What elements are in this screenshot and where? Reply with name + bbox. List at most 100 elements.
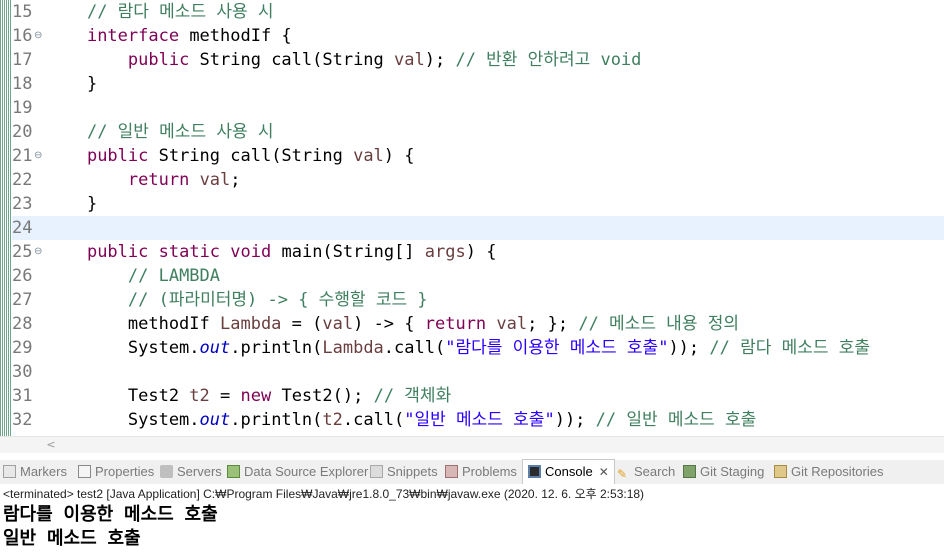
- code-text: // 람다 메소드 사용 시: [46, 0, 274, 24]
- code-line[interactable]: 27 // (파라미터명) -> { 수행할 코드 }: [12, 288, 944, 312]
- code-token: t2: [322, 410, 343, 430]
- snippets-icon: [370, 465, 383, 478]
- code-token: ) {: [465, 242, 497, 262]
- servers-icon: [160, 465, 173, 478]
- code-token: t2: [189, 386, 210, 406]
- line-number: 27: [12, 290, 33, 310]
- tab-markers[interactable]: Markers: [3, 460, 67, 484]
- code-text: }: [46, 72, 97, 96]
- code-token: static: [158, 242, 221, 262]
- code-line[interactable]: 29 System.out.println(Lambda.call("람다를 이…: [12, 336, 944, 360]
- code-token: new: [240, 386, 272, 406]
- code-line[interactable]: 16 ⊖ interface methodIf {: [12, 24, 944, 48]
- line-number: 23: [12, 194, 33, 214]
- code-token: // 객체화: [373, 386, 452, 406]
- tab-problems[interactable]: Problems: [445, 460, 517, 484]
- code-token: .println(: [230, 338, 323, 358]
- fold-toggle-icon[interactable]: ⊖: [34, 144, 42, 168]
- tab-servers[interactable]: Servers: [160, 460, 222, 484]
- code-token: Lambda: [322, 338, 384, 358]
- tab-label: Servers: [177, 464, 222, 479]
- console-output-line: 람다를 이용한 메소드 호출: [3, 504, 218, 525]
- code-line[interactable]: 24: [12, 216, 944, 240]
- code-token: val: [199, 170, 231, 190]
- code-line[interactable]: 32 System.out.println(t2.call("일반 메소드 호출…: [12, 408, 944, 432]
- code-token: public: [86, 146, 149, 166]
- properties-icon: [78, 465, 91, 478]
- code-token: val: [394, 50, 425, 70]
- console-output-line: 일반 메소드 호출: [3, 528, 141, 549]
- code-line[interactable]: 20 // 일반 메소드 사용 시: [12, 120, 944, 144]
- code-token: .call(: [383, 338, 446, 358]
- code-token: "람다를 이용한 메소드 호출": [445, 338, 669, 358]
- console-output[interactable]: 람다를 이용한 메소드 호출 일반 메소드 호출: [0, 503, 944, 553]
- code-token: void: [230, 242, 272, 262]
- code-text: // 일반 메소드 사용 시: [46, 120, 274, 144]
- code-editor[interactable]: 15 // 람다 메소드 사용 시 16 ⊖ interface methodIf …: [0, 0, 944, 436]
- fold-toggle-icon[interactable]: ⊖: [34, 24, 42, 48]
- data-source-icon: [227, 465, 240, 478]
- tab-console[interactable]: Console ✕: [522, 459, 615, 484]
- scroll-left-arrow-icon[interactable]: <: [44, 437, 58, 453]
- line-number: 30: [12, 362, 33, 382]
- line-number: 22: [12, 170, 33, 190]
- code-token: System.: [46, 410, 200, 430]
- git-repositories-icon: [774, 465, 787, 478]
- code-line[interactable]: 17 public String call(String val); // 반환…: [12, 48, 944, 72]
- line-number: 19: [12, 98, 33, 118]
- code-token: ) -> {: [353, 314, 425, 334]
- tab-label: Snippets: [387, 464, 438, 479]
- code-line[interactable]: 15 // 람다 메소드 사용 시: [12, 0, 944, 24]
- code-token: // 람다 메소드 사용 시: [86, 2, 274, 22]
- code-token: return: [424, 314, 487, 334]
- code-token: String call(String: [148, 146, 354, 166]
- code-token: val: [353, 146, 384, 166]
- code-token: }: [46, 74, 98, 94]
- search-icon: ✎: [617, 467, 628, 481]
- line-number: 17: [12, 50, 33, 70]
- code-line[interactable]: 18 }: [12, 72, 944, 96]
- tab-git-staging[interactable]: Git Staging: [683, 460, 764, 484]
- tab-properties[interactable]: Properties: [78, 460, 154, 484]
- fold-toggle-icon[interactable]: ⊖: [34, 240, 42, 264]
- code-token: // 일반 메소드 호출: [595, 410, 757, 430]
- tab-git-repositories[interactable]: Git Repositories: [774, 460, 883, 484]
- line-number: 32: [12, 410, 33, 430]
- code-line[interactable]: 19: [12, 96, 944, 120]
- tab-label: Git Repositories: [791, 464, 884, 479]
- code-line[interactable]: 25 ⊖ public static void main(String[] arg…: [12, 240, 944, 264]
- tab-search[interactable]: ✎ Search: [617, 460, 675, 484]
- horizontal-scrollbar[interactable]: <: [0, 436, 944, 453]
- code-line[interactable]: 31 Test2 t2 = new Test2(); // 객체화: [12, 384, 944, 408]
- code-token: Test2();: [271, 386, 374, 406]
- code-token: ) {: [383, 146, 415, 166]
- code-text: methodIf Lambda = (val) -> { return val;…: [46, 312, 739, 336]
- problems-icon: [445, 465, 458, 478]
- code-line[interactable]: 22 return val;: [12, 168, 944, 192]
- line-number: 26: [12, 266, 33, 286]
- code-line[interactable]: 21 ⊖ public String call(String val) {: [12, 144, 944, 168]
- code-token: out: [199, 338, 231, 358]
- code-line[interactable]: 28 methodIf Lambda = (val) -> { return v…: [12, 312, 944, 336]
- code-token: ;: [230, 170, 241, 190]
- code-text: System.out.println(Lambda.call("람다를 이용한 …: [46, 336, 870, 360]
- code-token: );: [424, 50, 456, 70]
- code-text: public String call(String val); // 반환 안하…: [46, 48, 642, 72]
- code-line[interactable]: 26 // LAMBDA: [12, 264, 944, 288]
- console-status: <terminated> test2 [Java Application] C:…: [3, 487, 645, 501]
- code-token: String call(String: [189, 50, 395, 70]
- line-number: 24: [12, 218, 33, 238]
- code-token: return: [127, 170, 190, 190]
- tab-data-source-explorer[interactable]: Data Source Explorer: [227, 460, 368, 484]
- tab-snippets[interactable]: Snippets: [370, 460, 438, 484]
- code-line[interactable]: 23 }: [12, 192, 944, 216]
- close-icon[interactable]: ✕: [599, 465, 609, 479]
- code-line[interactable]: 30: [12, 360, 944, 384]
